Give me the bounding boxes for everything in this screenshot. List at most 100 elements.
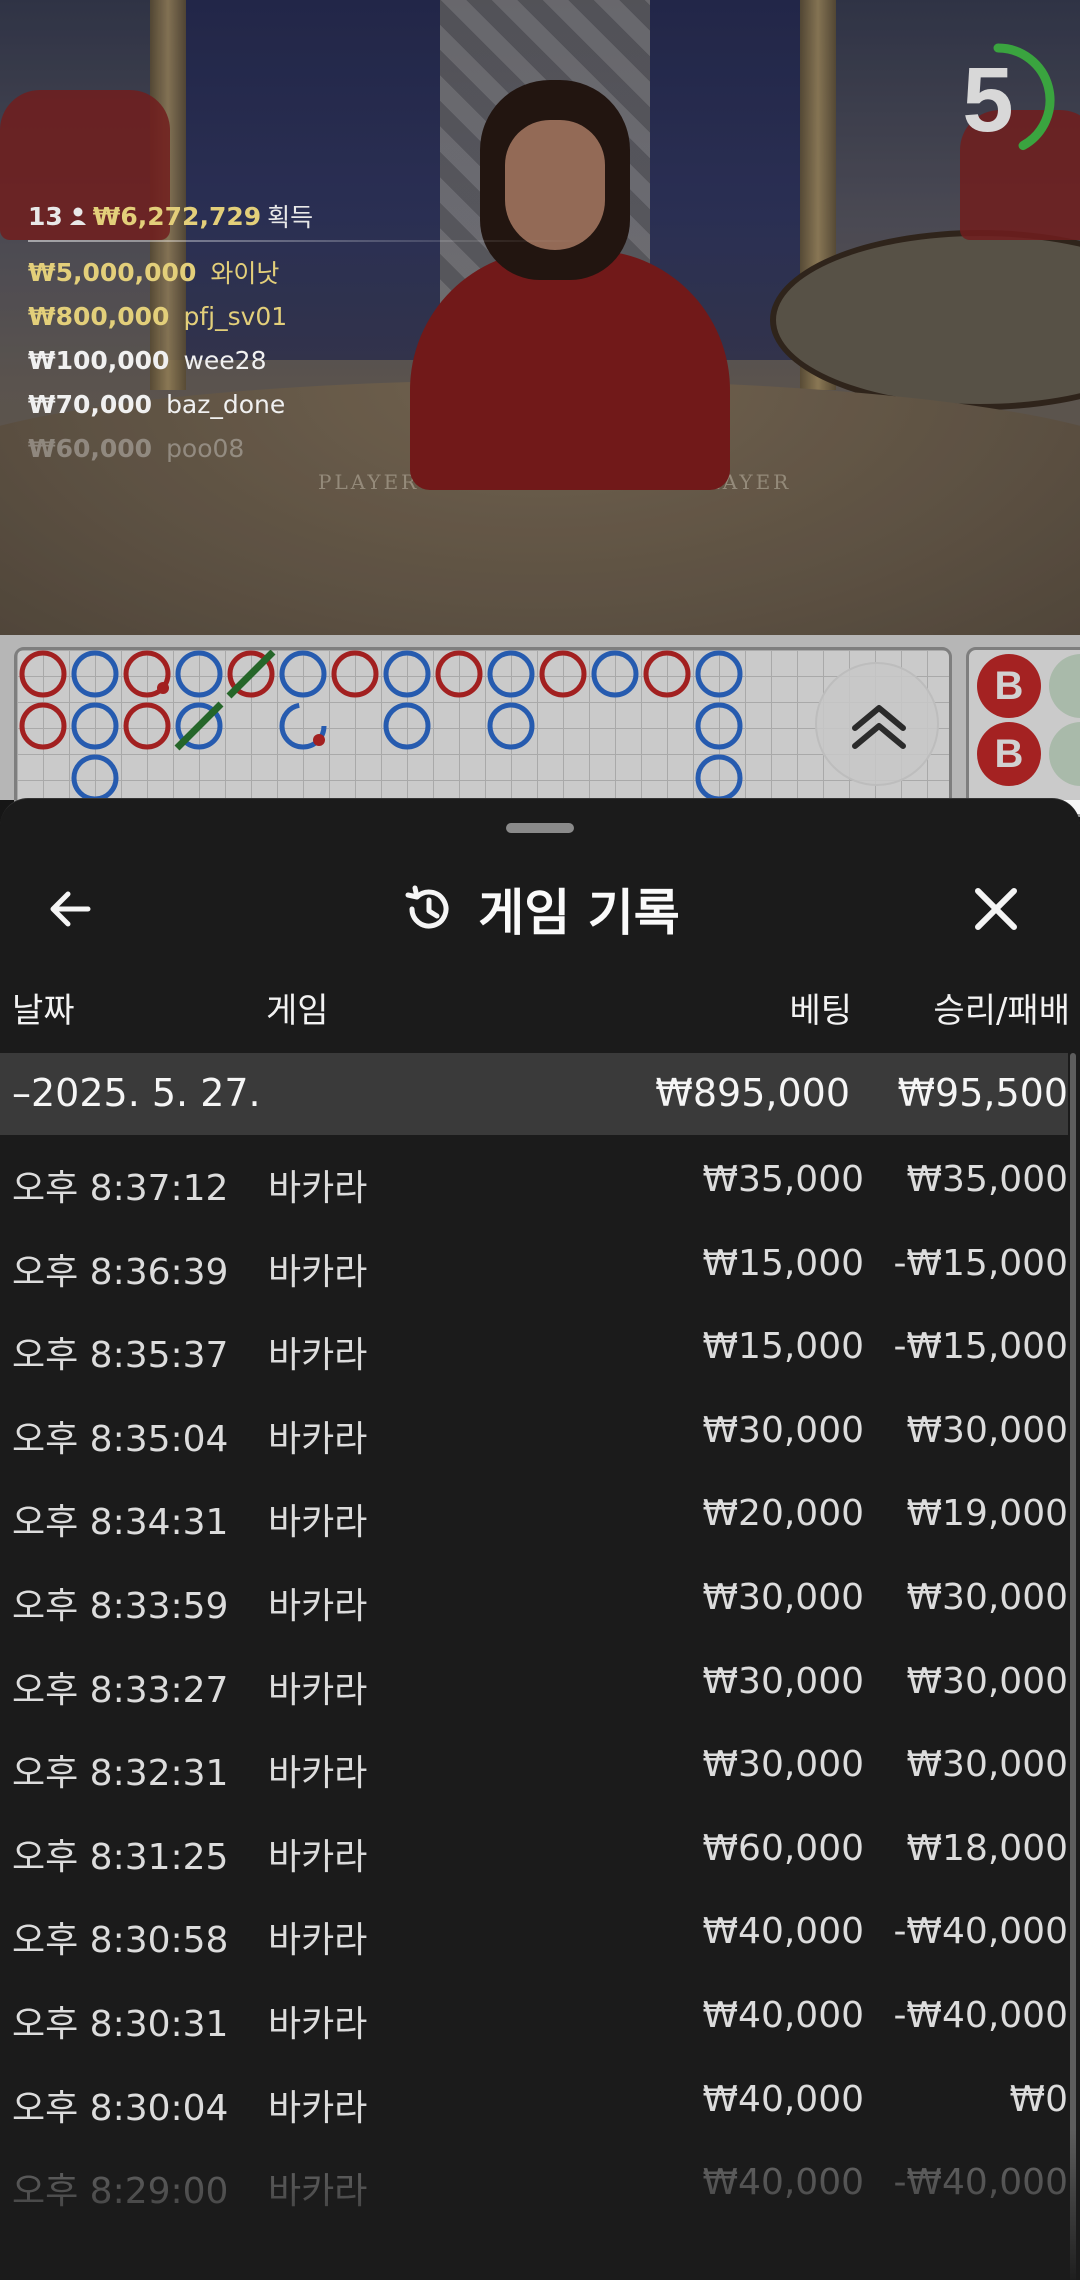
winner-row: ₩100,000 wee28 [28, 338, 588, 382]
player-bead [695, 702, 743, 750]
banker-bead [435, 650, 483, 698]
date-group-win-total: ₩95,500 [897, 1071, 1068, 1115]
row-game: 바카라 [268, 2087, 368, 2129]
row-time: 오후 8:35:04 [12, 1418, 229, 1460]
big-road-panel[interactable]: B B [966, 647, 1080, 817]
row-time: 오후 8:30:04 [12, 2087, 229, 2129]
row-game: 바카라 [268, 1251, 368, 1293]
row-time: 오후 8:33:59 [12, 1585, 229, 1627]
row-win-loss: ₩30,000 [906, 1576, 1068, 1618]
winner-row: ₩70,000 baz_done [28, 382, 588, 426]
winner-amount: ₩5,000,000 [28, 257, 197, 287]
row-game: 바카라 [268, 1836, 368, 1878]
row-bet: ₩30,000 [702, 1744, 864, 1786]
player-bead [487, 650, 535, 698]
divider [28, 240, 588, 242]
player-bead [71, 702, 119, 750]
banker-bead [123, 702, 171, 750]
column-header-game: 게임 [266, 991, 329, 1031]
bead-road-marks [19, 650, 743, 802]
row-game: 바카라 [268, 1669, 368, 1711]
row-bet: ₩30,000 [702, 1409, 864, 1451]
column-header-date: 날짜 [12, 991, 75, 1031]
row-game: 바카라 [268, 1168, 368, 1209]
banker-bead [331, 650, 379, 698]
banker-chip: B [977, 654, 1041, 718]
winner-row: ₩60,000 poo08 [28, 426, 588, 470]
date-group-row[interactable]: –2025. 5. 27. ₩895,000 ₩95,500 [0, 1053, 1068, 1135]
banker-bead [19, 702, 67, 750]
sheet-drag-handle[interactable] [506, 823, 574, 833]
person-icon [69, 207, 86, 225]
row-bet: ₩40,000 [702, 2078, 864, 2120]
row-time: 오후 8:33:27 [12, 1669, 229, 1711]
player-bead [279, 650, 327, 698]
history-row[interactable]: 오후 8:30:58 바카라 ₩40,000 -₩40,000 [0, 1887, 1068, 1971]
history-row[interactable]: 오후 8:32:31 바카라 ₩30,000 ₩30,000 [0, 1720, 1068, 1804]
player-bead [591, 650, 639, 698]
bet-countdown: 5 [938, 40, 1058, 160]
row-game: 바카라 [268, 1418, 368, 1460]
winner-amount: ₩100,000 [28, 345, 170, 375]
row-game: 바카라 [268, 2171, 368, 2213]
winners-panel: 13 ₩6,272,729 획득 ₩5,000,000 와이낫 ₩800,000… [28, 198, 588, 470]
player-bead [383, 650, 431, 698]
row-win-loss: ₩19,000 [906, 1493, 1068, 1535]
banker-bead [643, 650, 691, 698]
row-win-loss: ₩30,000 [906, 1660, 1068, 1702]
row-bet: ₩40,000 [702, 1994, 864, 2036]
history-row[interactable]: 오후 8:30:04 바카라 ₩40,000 ₩0 [0, 2055, 1068, 2139]
winners-total: ₩6,272,729 [92, 201, 262, 231]
winner-user: poo08 [166, 433, 245, 463]
pair-marker [313, 734, 325, 746]
row-win-loss: -₩15,000 [893, 1326, 1068, 1368]
list-scrollbar[interactable] [1070, 1053, 1076, 2280]
history-rows: 오후 8:37:12 바카라 ₩35,000 ₩35,000 오후 8:36:3… [0, 1135, 1068, 2222]
road-chip [1049, 654, 1080, 718]
row-win-loss: -₩15,000 [893, 1242, 1068, 1284]
row-bet: ₩30,000 [702, 1576, 864, 1618]
sheet-title-group: 게임 기록 [0, 859, 1080, 959]
game-history-sheet: 게임 기록 날짜 게임 베팅 승리/패배 –2025. 5. 27. ₩895,… [0, 798, 1080, 2280]
row-time: 오후 8:32:31 [12, 1753, 229, 1795]
history-row[interactable]: 오후 8:33:27 바카라 ₩30,000 ₩30,000 [0, 1637, 1068, 1721]
history-row[interactable]: 오후 8:31:25 바카라 ₩60,000 ₩18,000 [0, 1804, 1068, 1888]
date-group-label: –2025. 5. 27. [12, 1071, 261, 1115]
winner-row: ₩5,000,000 와이낫 [28, 250, 588, 294]
history-row[interactable]: 오후 8:37:12 바카라 ₩35,000 ₩35,000 [0, 1135, 1068, 1219]
row-time: 오후 8:37:12 [12, 1168, 229, 1209]
row-bet: ₩40,000 [702, 2162, 864, 2204]
winners-gain-label: 획득 [267, 203, 314, 232]
close-button[interactable] [960, 873, 1040, 945]
row-time: 오후 8:36:39 [12, 1251, 229, 1293]
history-row[interactable]: 오후 8:35:04 바카라 ₩30,000 ₩30,000 [0, 1386, 1068, 1470]
sheet-title: 게임 기록 [478, 884, 680, 942]
history-row[interactable]: 오후 8:35:37 바카라 ₩15,000 -₩15,000 [0, 1302, 1068, 1386]
player-bead [175, 650, 223, 698]
player-bead [695, 650, 743, 698]
history-row[interactable]: 오후 8:34:31 바카라 ₩20,000 ₩19,000 [0, 1469, 1068, 1553]
winner-amount: ₩70,000 [28, 389, 153, 419]
player-bead [71, 754, 119, 802]
row-game: 바카라 [268, 2003, 368, 2045]
table-header: 날짜 게임 베팅 승리/패배 [0, 975, 1080, 1035]
row-bet: ₩40,000 [702, 1911, 864, 1953]
row-game: 바카라 [268, 1502, 368, 1544]
banker-bead [19, 650, 67, 698]
winner-amount: ₩800,000 [28, 301, 170, 331]
row-win-loss: ₩30,000 [906, 1409, 1068, 1451]
history-row[interactable]: 오후 8:29:00 바카라 ₩40,000 -₩40,000 [0, 2138, 1068, 2222]
history-row[interactable]: 오후 8:36:39 바카라 ₩15,000 -₩15,000 [0, 1219, 1068, 1303]
bead-road[interactable] [14, 647, 952, 817]
pair-marker [157, 682, 169, 694]
history-row[interactable]: 오후 8:30:31 바카라 ₩40,000 -₩40,000 [0, 1971, 1068, 2055]
row-win-loss: ₩18,000 [906, 1827, 1068, 1869]
winner-user: wee28 [183, 345, 267, 375]
row-bet: ₩30,000 [702, 1660, 864, 1702]
expand-roadmap-button[interactable] [815, 662, 939, 786]
history-row[interactable]: 오후 8:33:59 바카라 ₩30,000 ₩30,000 [0, 1553, 1068, 1637]
double-chevron-up-icon [852, 705, 906, 749]
row-game: 바카라 [268, 1585, 368, 1627]
history-icon [405, 885, 449, 929]
row-bet: ₩20,000 [702, 1493, 864, 1535]
